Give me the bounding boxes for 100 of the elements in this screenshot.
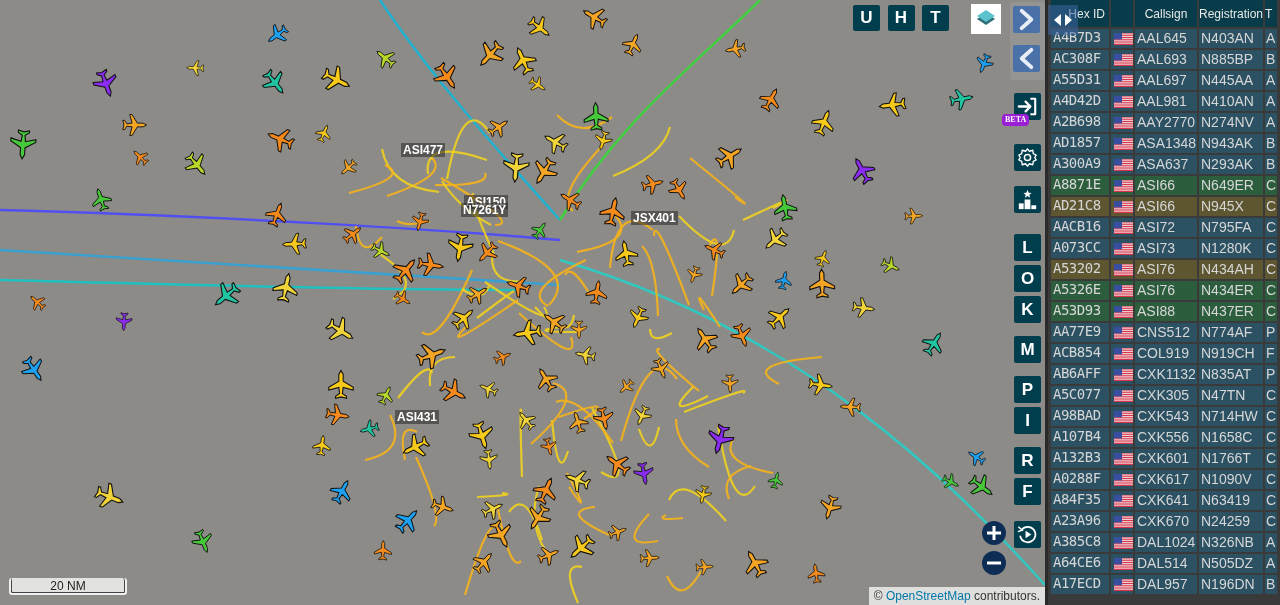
aircraft-row[interactable]: A98BAD CXK543 N714HW C xyxy=(1051,407,1280,426)
map-toggle-button[interactable]: K xyxy=(1014,296,1041,323)
table-cell: ASA1348 xyxy=(1135,134,1197,153)
table-cell: A xyxy=(1265,29,1277,48)
table-cell: B xyxy=(1265,134,1277,153)
table-cell: N505DZ xyxy=(1199,554,1263,573)
table-cell: B xyxy=(1265,155,1277,174)
aircraft-row[interactable]: A84F35 CXK641 N63419 C xyxy=(1051,491,1280,510)
table-cell: ASI76 xyxy=(1135,281,1197,300)
table-cell: A xyxy=(1265,533,1277,552)
table-cell: N274NV xyxy=(1199,113,1263,132)
table-cell: C xyxy=(1265,302,1277,321)
table-cell: CXK556 xyxy=(1135,428,1197,447)
table-cell: C xyxy=(1265,428,1277,447)
aircraft-row[interactable]: A5326E ASI76 N434ER C xyxy=(1051,281,1280,300)
table-cell: A55D31 xyxy=(1051,71,1109,90)
table-cell: ASI88 xyxy=(1135,302,1197,321)
map-toggle-button[interactable]: H xyxy=(887,5,915,31)
aircraft-row[interactable]: A300A9 ASA637 N293AK B xyxy=(1051,155,1280,174)
table-cell: AAL697 xyxy=(1135,71,1197,90)
aircraft-row[interactable]: A132B3 CXK601 N1766T C xyxy=(1051,449,1280,468)
table-cell: N1658C xyxy=(1199,428,1263,447)
aircraft-row[interactable]: A4B7D3 AAL645 N403AN A xyxy=(1051,29,1280,48)
table-cell: N24259 xyxy=(1199,512,1263,531)
table-cell: A8871E xyxy=(1051,176,1109,195)
table-cell: CXK601 xyxy=(1135,449,1197,468)
aircraft-row[interactable]: A0288F CXK617 N1090V C xyxy=(1051,470,1280,489)
table-cell: N835AT xyxy=(1199,365,1263,384)
aircraft-row[interactable]: A385C8 DAL1024 N326NB A xyxy=(1051,533,1280,552)
table-cell: C xyxy=(1265,470,1277,489)
table-cell: N293AK xyxy=(1199,155,1263,174)
table-cell: N885BP xyxy=(1199,50,1263,69)
aircraft-row[interactable]: A4D42D AAL981 N410AN A xyxy=(1051,92,1280,111)
map-toggle-button[interactable]: I xyxy=(1014,407,1041,434)
table-cell: A300A9 xyxy=(1051,155,1109,174)
table-cell: AAL981 xyxy=(1135,92,1197,111)
map-toggle-button[interactable]: O xyxy=(1014,265,1041,292)
column-header[interactable]: Registration xyxy=(1199,0,1263,27)
aircraft-row[interactable]: A64CE6 DAL514 N505DZ A xyxy=(1051,554,1280,573)
aircraft-row[interactable]: A53D93 ASI88 N437ER C xyxy=(1051,302,1280,321)
aircraft-row[interactable]: A107B4 CXK556 N1658C C xyxy=(1051,428,1280,447)
table-cell: F xyxy=(1265,344,1277,363)
map-toggle-button[interactable]: U xyxy=(853,5,880,31)
table-cell: N1090V xyxy=(1199,470,1263,489)
aircraft-label: ASI431 xyxy=(395,410,440,424)
column-header[interactable]: Callsign xyxy=(1135,0,1197,27)
table-cell: C xyxy=(1265,176,1277,195)
table-cell: N774AF xyxy=(1199,323,1263,342)
column-header[interactable]: T xyxy=(1265,0,1277,27)
aircraft-row[interactable]: AA77E9 CNS512 N774AF P xyxy=(1051,323,1280,342)
table-cell: A107B4 xyxy=(1051,428,1109,447)
aircraft-row[interactable]: A55D31 AAL697 N445AA A xyxy=(1051,71,1280,90)
openstreetmap-link[interactable]: OpenStreetMap xyxy=(885,589,971,603)
table-cell: N437ER xyxy=(1199,302,1263,321)
table-cell: N649ER xyxy=(1199,176,1263,195)
aircraft-row[interactable]: A5C077 CXK305 N47TN C xyxy=(1051,386,1280,405)
map-toggle-button[interactable]: P xyxy=(1014,376,1041,403)
aircraft-row[interactable]: A23A96 CXK670 N24259 C xyxy=(1051,512,1280,531)
table-cell: A17ECD xyxy=(1051,575,1109,594)
scale-bar: 20 NM xyxy=(9,578,127,595)
aircraft-row[interactable]: AC308F AAL693 N885BP B xyxy=(1051,50,1280,69)
map-toggle-button[interactable]: T xyxy=(922,5,949,31)
aircraft-row[interactable]: AB6AFF CXK1132 N835AT P xyxy=(1051,365,1280,384)
table-cell: N714HW xyxy=(1199,407,1263,426)
table-cell: N919CH xyxy=(1199,344,1263,363)
map-toggle-button[interactable]: F xyxy=(1014,478,1041,505)
table-cell: N434AH xyxy=(1199,260,1263,279)
column-header[interactable]: Hex ID xyxy=(1051,0,1109,27)
table-cell: C xyxy=(1265,281,1277,300)
table-cell: N63419 xyxy=(1199,491,1263,510)
aircraft-row[interactable]: AD1857 ASA1348 N943AK B xyxy=(1051,134,1280,153)
aircraft-row[interactable]: A073CC ASI73 N1280K C xyxy=(1051,239,1280,258)
table-cell: ASI76 xyxy=(1135,260,1197,279)
table-cell: A98BAD xyxy=(1051,407,1109,426)
aircraft-row[interactable]: ACB854 COL919 N919CH F xyxy=(1051,344,1280,363)
table-cell: A xyxy=(1265,92,1277,111)
table-cell: C xyxy=(1265,239,1277,258)
aircraft-row[interactable]: AACB16 ASI72 N795FA C xyxy=(1051,218,1280,237)
map-toggle-button[interactable]: R xyxy=(1014,447,1041,474)
table-cell: C xyxy=(1265,407,1277,426)
aircraft-row[interactable]: A2B698 AAY2770 N274NV A xyxy=(1051,113,1280,132)
table-cell: N945X xyxy=(1199,197,1263,216)
aircraft-row[interactable]: A17ECD DAL957 N196DN B xyxy=(1051,575,1280,594)
table-cell: A132B3 xyxy=(1051,449,1109,468)
table-cell: AD21C8 xyxy=(1051,197,1109,216)
table-cell: A4D42D xyxy=(1051,92,1109,111)
table-cell: AAL645 xyxy=(1135,29,1197,48)
aircraft-row[interactable]: A8871E ASI66 N649ER C xyxy=(1051,176,1280,195)
map-toggle-button[interactable]: M xyxy=(1014,336,1041,363)
aircraft-row[interactable]: A53202 ASI76 N434AH C xyxy=(1051,260,1280,279)
table-cell: C xyxy=(1265,197,1277,216)
table-cell: A4B7D3 xyxy=(1051,29,1109,48)
table-cell: A xyxy=(1265,554,1277,573)
table-cell: N445AA xyxy=(1199,71,1263,90)
table-cell: A385C8 xyxy=(1051,533,1109,552)
table-cell: CXK617 xyxy=(1135,470,1197,489)
table-cell: N943AK xyxy=(1199,134,1263,153)
aircraft-row[interactable]: AD21C8 ASI66 N945X C xyxy=(1051,197,1280,216)
map-attribution: © OpenStreetMap contributors. xyxy=(868,587,1045,605)
map-toggle-button[interactable]: L xyxy=(1014,234,1041,261)
